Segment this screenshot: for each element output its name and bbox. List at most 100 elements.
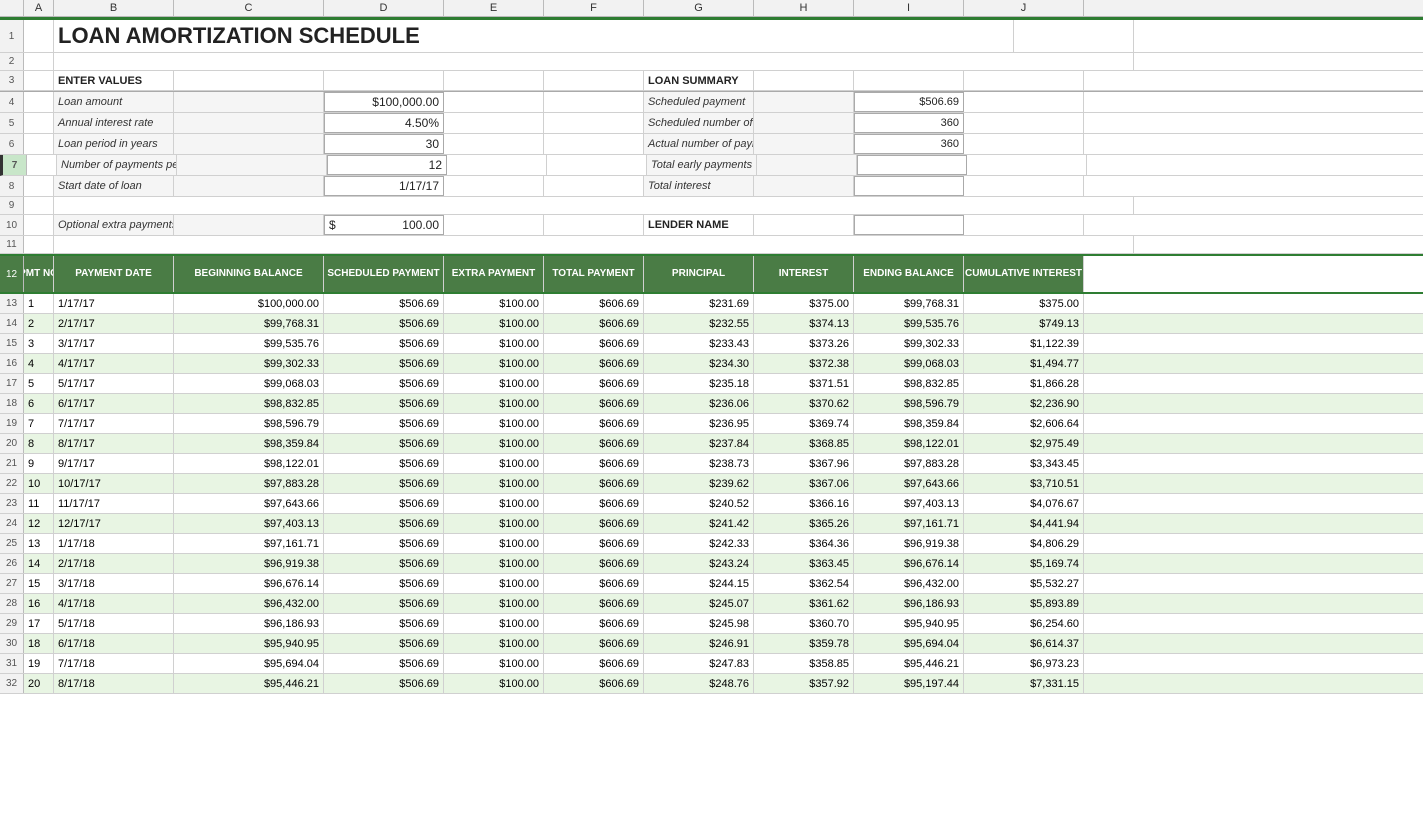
cell-ending-balance: $98,832.85 xyxy=(854,374,964,393)
cell-ending-balance: $97,403.13 xyxy=(854,494,964,513)
cell-total-payment: $606.69 xyxy=(544,354,644,373)
row-3: 3 ENTER VALUES LOAN SUMMARY xyxy=(0,71,1423,91)
row-num-11: 11 xyxy=(0,236,24,253)
cell-C6 xyxy=(174,134,324,154)
cell-cumulative-interest: $2,975.49 xyxy=(964,434,1084,453)
cell-interest: $357.92 xyxy=(754,674,854,693)
cell-begin-balance: $97,883.28 xyxy=(174,474,324,493)
cell-pmt-no: 4 xyxy=(24,354,54,373)
cell-ending-balance: $95,197.44 xyxy=(854,674,964,693)
cell-pmt-no: 16 xyxy=(24,594,54,613)
cell-scheduled-payment: $506.69 xyxy=(324,334,444,353)
row-9: 9 xyxy=(0,197,1423,215)
cell-payment-date: 6/17/17 xyxy=(54,394,174,413)
cell-J1 xyxy=(1014,20,1134,52)
loan-amount-value[interactable]: $100,000.00 xyxy=(324,92,444,112)
cell-pmt-no: 1 xyxy=(24,294,54,313)
table-row: 18 6 6/17/17 $98,832.85 $506.69 $100.00 … xyxy=(0,394,1423,414)
cell-cumulative-interest: $2,606.64 xyxy=(964,414,1084,433)
cell-scheduled-payment: $506.69 xyxy=(324,454,444,473)
row-num-15: 15 xyxy=(0,334,24,353)
scheduled-payments-num-value: 360 xyxy=(854,113,964,133)
col-header-D: D xyxy=(324,0,444,16)
cell-extra-payment: $100.00 xyxy=(444,514,544,533)
header-principal: PRINCIPAL xyxy=(644,256,754,292)
cell-principal: $233.43 xyxy=(644,334,754,353)
annual-rate-label: Annual interest rate xyxy=(54,113,174,133)
cell-begin-balance: $99,535.76 xyxy=(174,334,324,353)
cell-cumulative-interest: $6,254.60 xyxy=(964,614,1084,633)
ending-balance-header-text: ENDING BALANCE xyxy=(863,268,954,279)
row-num-28: 28 xyxy=(0,594,24,613)
cell-begin-balance: $95,940.95 xyxy=(174,634,324,653)
table-row: 23 11 11/17/17 $97,643.66 $506.69 $100.0… xyxy=(0,494,1423,514)
cell-H3 xyxy=(754,71,854,90)
cell-H7 xyxy=(757,155,857,175)
cell-payment-date: 6/17/18 xyxy=(54,634,174,653)
cell-extra-payment: $100.00 xyxy=(444,534,544,553)
cell-scheduled-payment: $506.69 xyxy=(324,474,444,493)
scheduled-payment-header-text: SCHEDULED PAYMENT xyxy=(327,268,439,279)
cell-C8 xyxy=(174,176,324,196)
cell-principal: $236.06 xyxy=(644,394,754,413)
header-interest: INTEREST xyxy=(754,256,854,292)
cell-pmt-no: 20 xyxy=(24,674,54,693)
cell-ending-balance: $96,676.14 xyxy=(854,554,964,573)
annual-rate-value[interactable]: 4.50% xyxy=(324,113,444,133)
cell-interest: $368.85 xyxy=(754,434,854,453)
cell-ending-balance: $97,161.71 xyxy=(854,514,964,533)
cell-pmt-no: 19 xyxy=(24,654,54,673)
extra-payments-value[interactable]: $ 100.00 xyxy=(324,215,444,235)
cell-principal: $232.55 xyxy=(644,314,754,333)
cell-pmt-no: 8 xyxy=(24,434,54,453)
cell-pmt-no: 12 xyxy=(24,514,54,533)
cell-ending-balance: $97,643.66 xyxy=(854,474,964,493)
cell-A10 xyxy=(24,215,54,235)
cell-scheduled-payment: $506.69 xyxy=(324,574,444,593)
cell-E7 xyxy=(447,155,547,175)
cell-extra-payment: $100.00 xyxy=(444,634,544,653)
cell-J4 xyxy=(964,92,1084,112)
table-row: 31 19 7/17/18 $95,694.04 $506.69 $100.00… xyxy=(0,654,1423,674)
cell-total-payment: $606.69 xyxy=(544,314,644,333)
start-date-value[interactable]: 1/17/17 xyxy=(324,176,444,196)
cell-E4 xyxy=(444,92,544,112)
payments-per-year-label: Number of payments per year xyxy=(57,155,177,175)
table-row: 13 1 1/17/17 $100,000.00 $506.69 $100.00… xyxy=(0,294,1423,314)
cell-J3 xyxy=(964,71,1084,90)
lender-name-value[interactable] xyxy=(854,215,964,235)
cell-principal: $235.18 xyxy=(644,374,754,393)
cell-total-payment: $606.69 xyxy=(544,394,644,413)
loan-period-label: Loan period in years xyxy=(54,134,174,154)
row-num-24: 24 xyxy=(0,514,24,533)
cell-scheduled-payment: $506.69 xyxy=(324,354,444,373)
table-row: 26 14 2/17/18 $96,919.38 $506.69 $100.00… xyxy=(0,554,1423,574)
loan-period-value[interactable]: 30 xyxy=(324,134,444,154)
row-num-6: 6 xyxy=(0,134,24,154)
spreadsheet-title: LOAN AMORTIZATION SCHEDULE xyxy=(54,20,1014,52)
payments-per-year-value[interactable]: 12 xyxy=(327,155,447,175)
cell-cumulative-interest: $1,494.77 xyxy=(964,354,1084,373)
cell-ending-balance: $97,883.28 xyxy=(854,454,964,473)
cell-interest: $358.85 xyxy=(754,654,854,673)
header-payment-date: PAYMENT DATE xyxy=(54,256,174,292)
row-8: 8 Start date of loan 1/17/17 Total inter… xyxy=(0,176,1423,197)
row-7: 7 Number of payments per year 12 Total e… xyxy=(0,155,1423,176)
cell-pmt-no: 10 xyxy=(24,474,54,493)
cell-E3 xyxy=(444,71,544,90)
cell-C7 xyxy=(177,155,327,175)
cell-payment-date: 5/17/18 xyxy=(54,614,174,633)
cell-scheduled-payment: $506.69 xyxy=(324,594,444,613)
cell-pmt-no: 6 xyxy=(24,394,54,413)
cell-F6 xyxy=(544,134,644,154)
cell-scheduled-payment: $506.69 xyxy=(324,534,444,553)
cell-payment-date: 1/17/18 xyxy=(54,534,174,553)
cell-A4 xyxy=(24,92,54,112)
loan-summary-header: LOAN SUMMARY xyxy=(644,71,754,90)
cell-extra-payment: $100.00 xyxy=(444,474,544,493)
cell-ending-balance: $95,446.21 xyxy=(854,654,964,673)
cell-extra-payment: $100.00 xyxy=(444,354,544,373)
cell-J5 xyxy=(964,113,1084,133)
cell-scheduled-payment: $506.69 xyxy=(324,554,444,573)
cell-F4 xyxy=(544,92,644,112)
